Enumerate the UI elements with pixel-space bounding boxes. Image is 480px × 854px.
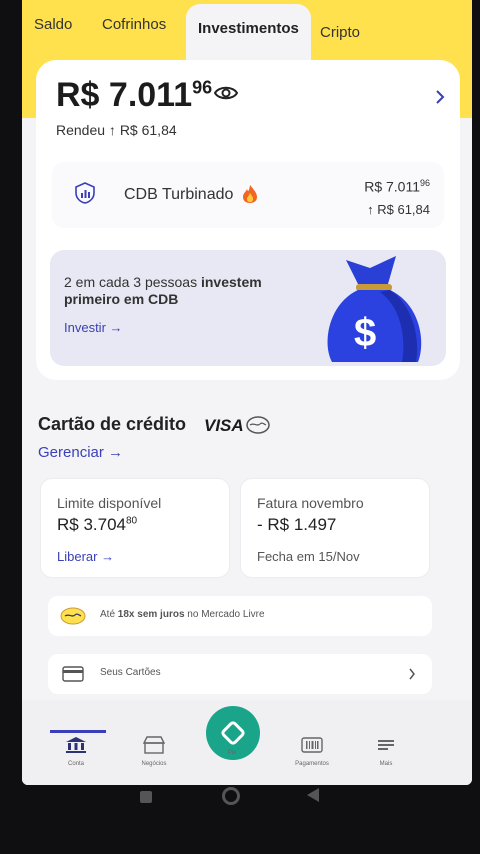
invoice-label: Fatura novembro	[257, 495, 364, 511]
home-icon[interactable]	[222, 787, 240, 805]
bottom-nav: Conta Negócios Pix Pagamentos Mais	[22, 700, 472, 785]
tab-investimentos[interactable]: Investimentos	[186, 4, 311, 64]
chevron-right-icon[interactable]	[434, 90, 446, 104]
recents-icon[interactable]	[140, 791, 152, 803]
nav-negocios[interactable]: Negócios	[128, 736, 180, 767]
credit-card-title: Cartão de crédito	[38, 414, 187, 434]
tab-cofrinhos[interactable]: Cofrinhos	[102, 16, 166, 33]
your-cards-row[interactable]: Seus Cartões	[48, 654, 432, 694]
cdb-name: CDB Turbinado	[124, 186, 234, 203]
eye-icon[interactable]	[214, 84, 238, 102]
invoice-close-date: Fecha em 15/Nov	[257, 549, 360, 564]
bank-icon	[66, 737, 86, 753]
cdb-value: R$ 7.01196	[364, 178, 430, 195]
invest-link[interactable]: Investir →	[64, 320, 123, 335]
nav-pagamentos[interactable]: Pagamentos	[286, 736, 338, 767]
barcode-icon	[301, 737, 323, 753]
promo-banner[interactable]: 2 em cada 3 pessoas investem primeiro em…	[50, 250, 446, 366]
your-cards-label: Seus Cartões	[100, 667, 161, 678]
handshake-icon	[60, 607, 86, 625]
balance-amount: R$ 7.01196	[56, 76, 213, 114]
invoice-value: - R$ 1.497	[257, 515, 337, 534]
limit-value: R$ 3.70480	[57, 515, 138, 534]
active-tab-indicator	[50, 730, 106, 733]
invoice-card[interactable]: Fatura novembro - R$ 1.497 Fecha em 15/N…	[240, 478, 430, 578]
chevron-right-icon	[409, 668, 415, 680]
more-icon	[378, 740, 394, 750]
money-bag-icon: $	[327, 256, 422, 362]
limit-label: Limite disponível	[57, 495, 162, 511]
installments-row[interactable]: Até 18x sem juros no Mercado Livre	[48, 596, 432, 636]
installments-text: Até 18x sem juros no Mercado Livre	[100, 609, 265, 620]
nav-pix-label-wrap: Pix	[227, 750, 237, 756]
mercado-livre-logo-icon	[246, 416, 270, 434]
investments-card: R$ 7.01196 Rendeu ↑ R$ 61,84 CDB Turbina…	[36, 60, 460, 380]
android-system-bar	[0, 785, 480, 854]
back-icon[interactable]	[306, 787, 320, 803]
pix-icon	[221, 721, 245, 745]
tab-bar: Saldo Cofrinhos Investimentos Cripto	[22, 0, 472, 64]
tab-saldo[interactable]: Saldo	[34, 16, 72, 33]
fire-icon	[243, 185, 257, 203]
limit-card[interactable]: Limite disponível R$ 3.70480 Liberar →	[40, 478, 230, 578]
app-screen: Saldo Cofrinhos Investimentos Cripto R$ …	[22, 0, 472, 785]
tab-cripto[interactable]: Cripto	[320, 24, 360, 41]
card-icon	[62, 666, 84, 682]
manage-link[interactable]: Gerenciar →	[38, 444, 123, 461]
yield-text: Rendeu ↑ R$ 61,84	[56, 122, 177, 138]
svg-text:$: $	[354, 311, 376, 355]
cdb-yield: ↑ R$ 61,84	[367, 202, 430, 217]
cdb-item[interactable]: CDB Turbinado R$ 7.01196 ↑ R$ 61,84	[52, 162, 444, 228]
nav-conta[interactable]: Conta	[50, 736, 102, 767]
promo-text: 2 em cada 3 pessoas investem primeiro em…	[64, 274, 262, 307]
store-icon	[142, 736, 166, 754]
nav-mais[interactable]: Mais	[360, 736, 412, 767]
release-link[interactable]: Liberar →	[57, 549, 114, 564]
investment-chart-icon	[75, 182, 95, 204]
visa-logo: VISA	[204, 416, 244, 435]
